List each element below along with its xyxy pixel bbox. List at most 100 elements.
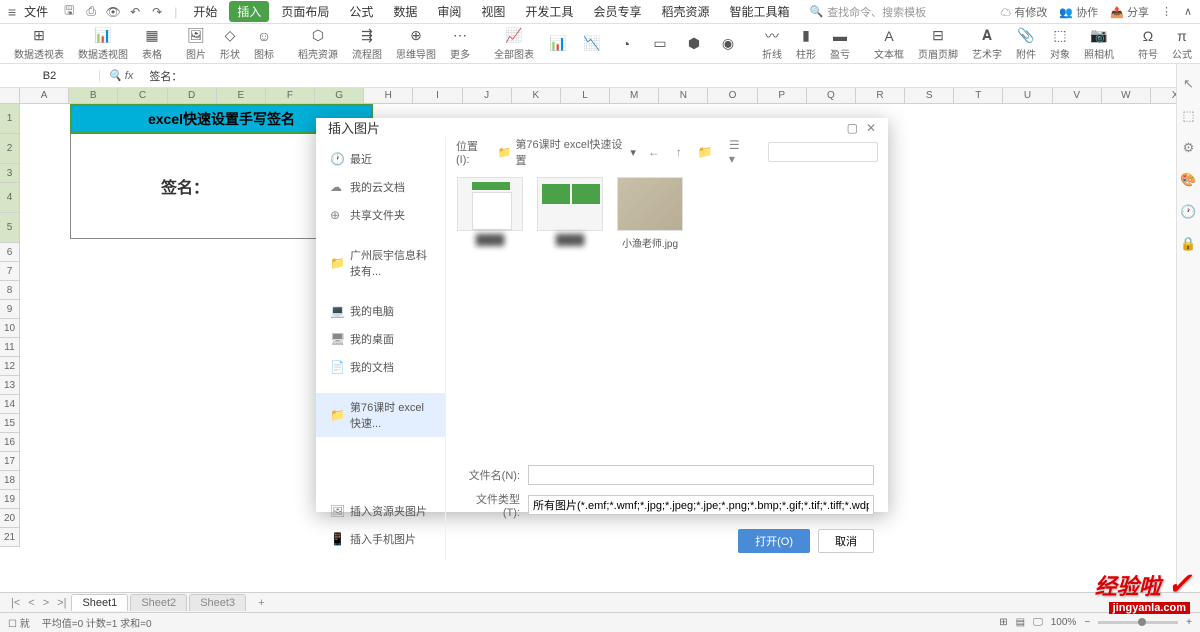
col-header[interactable]: T <box>954 88 1003 103</box>
ribbon-chart6[interactable]: ◉ <box>712 35 744 53</box>
tab-devtools[interactable]: 开发工具 <box>517 1 581 22</box>
col-header[interactable]: Q <box>807 88 856 103</box>
sidebar-insert-resource[interactable]: 🖼插入资源夹图片 <box>316 497 445 525</box>
ribbon-all-charts[interactable]: 📈全部图表 <box>488 27 540 61</box>
print-icon[interactable]: ⎙ <box>82 3 100 21</box>
ribbon-equation[interactable]: π公式 <box>1166 27 1198 61</box>
name-box[interactable]: B2 <box>0 70 100 82</box>
col-header[interactable]: V <box>1053 88 1102 103</box>
filetype-select[interactable] <box>528 495 874 515</box>
row-header[interactable]: 12 <box>0 357 19 376</box>
save-icon[interactable]: 🖫 <box>60 3 78 21</box>
view-page-icon[interactable]: ▤ <box>1016 617 1025 628</box>
file-item[interactable]: ████ <box>456 177 524 246</box>
tab-smarttools[interactable]: 智能工具箱 <box>721 1 797 22</box>
sidebar-recent[interactable]: 🕐最近 <box>316 145 445 173</box>
tab-member[interactable]: 会员专享 <box>585 1 649 22</box>
fx-icon[interactable]: 🔍 fx <box>100 69 141 82</box>
style-icon[interactable]: 🎨 <box>1180 172 1196 188</box>
col-header[interactable]: J <box>463 88 512 103</box>
sidebar-insert-mobile[interactable]: 📱插入手机图片 <box>316 525 445 553</box>
ribbon-chart4[interactable]: ▭ <box>644 35 676 53</box>
tab-view[interactable]: 视图 <box>473 1 513 22</box>
row-header[interactable]: 8 <box>0 281 19 300</box>
zoom-slider[interactable] <box>1098 621 1178 624</box>
col-header[interactable]: W <box>1102 88 1151 103</box>
minimize-icon[interactable]: ▢ <box>847 121 858 135</box>
col-header[interactable]: P <box>758 88 807 103</box>
col-header[interactable]: H <box>364 88 413 103</box>
row-header[interactable]: 17 <box>0 452 19 471</box>
menu-icon[interactable]: ≡ <box>8 4 16 20</box>
ribbon-flowchart[interactable]: ⇶流程图 <box>346 27 388 61</box>
filename-input[interactable] <box>528 465 874 485</box>
ribbon-table[interactable]: ▦表格 <box>136 27 168 61</box>
col-header[interactable]: M <box>610 88 659 103</box>
more-icon[interactable]: ⋮ <box>1161 5 1172 18</box>
ribbon-object[interactable]: ⬚对象 <box>1044 27 1076 61</box>
sheet-prev-icon[interactable]: < <box>25 597 37 609</box>
ribbon-header-footer[interactable]: ⊟页眉页脚 <box>912 27 964 61</box>
tab-formula[interactable]: 公式 <box>341 1 381 22</box>
row-header[interactable]: 20 <box>0 509 19 528</box>
select-all-corner[interactable] <box>0 88 20 104</box>
tab-insert[interactable]: 插入 <box>229 1 269 22</box>
row-header[interactable]: 15 <box>0 414 19 433</box>
location-path[interactable]: 📁第76课时 excel快速设置 ▾ <box>498 136 636 168</box>
sidebar-computer[interactable]: 💻我的电脑 <box>316 297 445 325</box>
ribbon-attachment[interactable]: 📎附件 <box>1010 27 1042 61</box>
ribbon-chart5[interactable]: ⬢ <box>678 35 710 53</box>
col-header[interactable]: G <box>315 88 364 103</box>
collapse-icon[interactable]: ∧ <box>1184 5 1192 18</box>
sheet-last-icon[interactable]: >| <box>54 597 69 609</box>
up-icon[interactable]: ↑ <box>672 145 686 159</box>
select-icon[interactable]: ⬚ <box>1182 108 1194 124</box>
sidebar-shared[interactable]: ⊕共享文件夹 <box>316 201 445 229</box>
sidebar-desktop[interactable]: 🖥我的桌面 <box>316 325 445 353</box>
ribbon-wordart[interactable]: 𝐀艺术字 <box>966 27 1008 61</box>
row-header[interactable]: 2 <box>0 134 19 164</box>
sidebar-cloud[interactable]: ☁我的云文档 <box>316 173 445 201</box>
col-header[interactable]: S <box>905 88 954 103</box>
row-header[interactable]: 21 <box>0 528 19 547</box>
row-header[interactable]: 5 <box>0 213 19 243</box>
row-header[interactable]: 11 <box>0 338 19 357</box>
sidebar-company[interactable]: 📁广州辰宇信息科技有... <box>316 241 445 285</box>
ribbon-icons[interactable]: ☺图标 <box>248 27 280 61</box>
row-header[interactable]: 14 <box>0 395 19 414</box>
sheet-tab-3[interactable]: Sheet3 <box>189 594 246 611</box>
zoom-in-icon[interactable]: + <box>1186 617 1192 628</box>
file-item[interactable]: ████ <box>536 177 604 246</box>
view-mode-icon[interactable]: 🖵 <box>1033 617 1043 628</box>
col-header[interactable]: I <box>413 88 462 103</box>
tab-review[interactable]: 审阅 <box>429 1 469 22</box>
tab-layout[interactable]: 页面布局 <box>273 1 337 22</box>
tab-data[interactable]: 数据 <box>385 1 425 22</box>
cursor-icon[interactable]: ↖ <box>1183 76 1194 92</box>
tab-resources[interactable]: 稻壳资源 <box>653 1 717 22</box>
col-header[interactable]: D <box>168 88 217 103</box>
col-header[interactable]: R <box>856 88 905 103</box>
zoom-value[interactable]: 100% <box>1051 617 1077 628</box>
col-header[interactable]: U <box>1003 88 1052 103</box>
row-header[interactable]: 16 <box>0 433 19 452</box>
col-header[interactable]: O <box>708 88 757 103</box>
search-box[interactable]: 🔍 查找命令、搜索模板 <box>809 4 926 20</box>
row-header[interactable]: 6 <box>0 243 19 262</box>
ribbon-chart1[interactable]: 📊 <box>542 35 574 53</box>
ribbon-pivot-chart[interactable]: 📊数据透视图 <box>72 27 134 61</box>
ribbon-picture[interactable]: 🖼图片 <box>180 27 212 61</box>
col-header[interactable]: C <box>118 88 167 103</box>
col-header[interactable]: K <box>512 88 561 103</box>
ribbon-pivot-table[interactable]: ⊞数据透视表 <box>8 27 70 61</box>
row-header[interactable]: 10 <box>0 319 19 338</box>
sidebar-documents[interactable]: 📄我的文档 <box>316 353 445 381</box>
col-header[interactable]: L <box>561 88 610 103</box>
sheet-next-icon[interactable]: > <box>40 597 52 609</box>
share-button[interactable]: 📤 分享 <box>1110 4 1149 20</box>
collab-button[interactable]: 👥 协作 <box>1059 4 1098 20</box>
undo-icon[interactable]: ↶ <box>126 3 144 21</box>
ribbon-mindmap[interactable]: ⊕思维导图 <box>390 27 442 61</box>
row-header[interactable]: 1 <box>0 104 19 134</box>
col-header[interactable]: A <box>20 88 69 103</box>
